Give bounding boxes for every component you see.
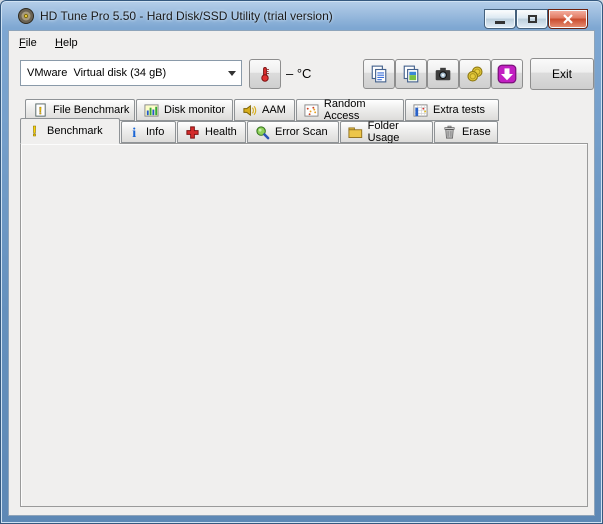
tab-label: AAM bbox=[262, 104, 286, 116]
svg-text:!: ! bbox=[32, 123, 37, 139]
download-arrow-icon bbox=[497, 64, 517, 84]
tab-aam[interactable]: AAM bbox=[234, 99, 295, 121]
temperature-value: – °C bbox=[286, 66, 312, 81]
title-bar[interactable]: HD Tune Pro 5.50 - Hard Disk/SSD Utility… bbox=[0, 0, 603, 30]
trash-icon bbox=[444, 125, 455, 138]
maximize-icon bbox=[527, 15, 537, 23]
random-access-icon bbox=[304, 103, 319, 117]
tab-label: Erase bbox=[462, 126, 491, 138]
window-title: HD Tune Pro 5.50 - Hard Disk/SSD Utility… bbox=[40, 9, 333, 23]
tab-label: Health bbox=[205, 126, 237, 138]
app-icon bbox=[18, 8, 34, 24]
disk-monitor-icon bbox=[144, 103, 159, 117]
close-button[interactable] bbox=[548, 9, 588, 29]
close-icon bbox=[563, 14, 573, 24]
maximize-button[interactable] bbox=[516, 9, 548, 29]
tab-disk-monitor[interactable]: Disk monitor bbox=[136, 99, 233, 121]
benchmark-icon: ! bbox=[32, 123, 38, 139]
folder-icon bbox=[348, 126, 363, 138]
register-button[interactable] bbox=[459, 59, 491, 89]
tab-benchmark[interactable]: ! Benchmark bbox=[20, 118, 120, 144]
drive-selector[interactable]: VMware Virtual disk (34 gB) bbox=[20, 60, 242, 86]
info-icon: i bbox=[132, 125, 136, 140]
tab-folder-usage[interactable]: Folder Usage bbox=[340, 120, 433, 144]
copy-text-button[interactable] bbox=[363, 59, 395, 89]
svg-text:i: i bbox=[132, 125, 136, 140]
health-cross-icon bbox=[186, 125, 199, 139]
tab-random-access[interactable]: Random Access bbox=[296, 98, 404, 122]
chevron-down-icon bbox=[228, 71, 236, 80]
extra-tests-icon bbox=[413, 103, 428, 117]
benchmark-tab-page bbox=[20, 143, 588, 507]
file-benchmark-icon: ! bbox=[35, 102, 46, 116]
svg-text:!: ! bbox=[39, 105, 42, 116]
tab-label: File Benchmark bbox=[53, 104, 130, 116]
tab-erase[interactable]: Erase bbox=[434, 121, 498, 143]
tab-extra-tests[interactable]: Extra tests bbox=[405, 99, 499, 121]
exit-button-label: Exit bbox=[551, 67, 572, 81]
screenshot-button[interactable] bbox=[427, 59, 459, 89]
thermometer-icon bbox=[261, 67, 269, 82]
copy-text-icon bbox=[371, 65, 387, 83]
app-window: HD Tune Pro 5.50 - Hard Disk/SSD Utility… bbox=[0, 0, 603, 524]
minimize-button[interactable] bbox=[484, 9, 516, 29]
exit-button[interactable]: Exit bbox=[530, 58, 594, 90]
copy-screenshot-button[interactable] bbox=[395, 59, 427, 89]
camera-icon bbox=[435, 67, 451, 81]
tab-label: Benchmark bbox=[47, 125, 103, 137]
update-button[interactable] bbox=[491, 59, 523, 89]
minimize-icon bbox=[495, 20, 505, 24]
tab-label: Random Access bbox=[323, 98, 366, 122]
tab-health[interactable]: Health bbox=[177, 121, 246, 143]
drive-selector-value: VMware Virtual disk (34 gB) bbox=[27, 67, 167, 79]
temperature-button[interactable] bbox=[249, 59, 281, 89]
tab-info[interactable]: i Info bbox=[121, 121, 176, 143]
menu-file[interactable]: File bbox=[14, 35, 42, 51]
tab-label: Folder Usage bbox=[367, 120, 400, 144]
copy-image-icon bbox=[403, 65, 419, 83]
tab-label: Disk monitor bbox=[164, 104, 226, 116]
magnifier-icon bbox=[256, 125, 270, 139]
tab-label: Error Scan bbox=[275, 126, 328, 138]
coins-icon bbox=[467, 66, 483, 82]
tab-error-scan[interactable]: Error Scan bbox=[247, 121, 339, 143]
tab-label: Info bbox=[146, 126, 165, 138]
tab-label: Extra tests bbox=[433, 104, 485, 116]
speaker-icon bbox=[243, 104, 257, 116]
menu-help[interactable]: Help bbox=[50, 35, 83, 51]
